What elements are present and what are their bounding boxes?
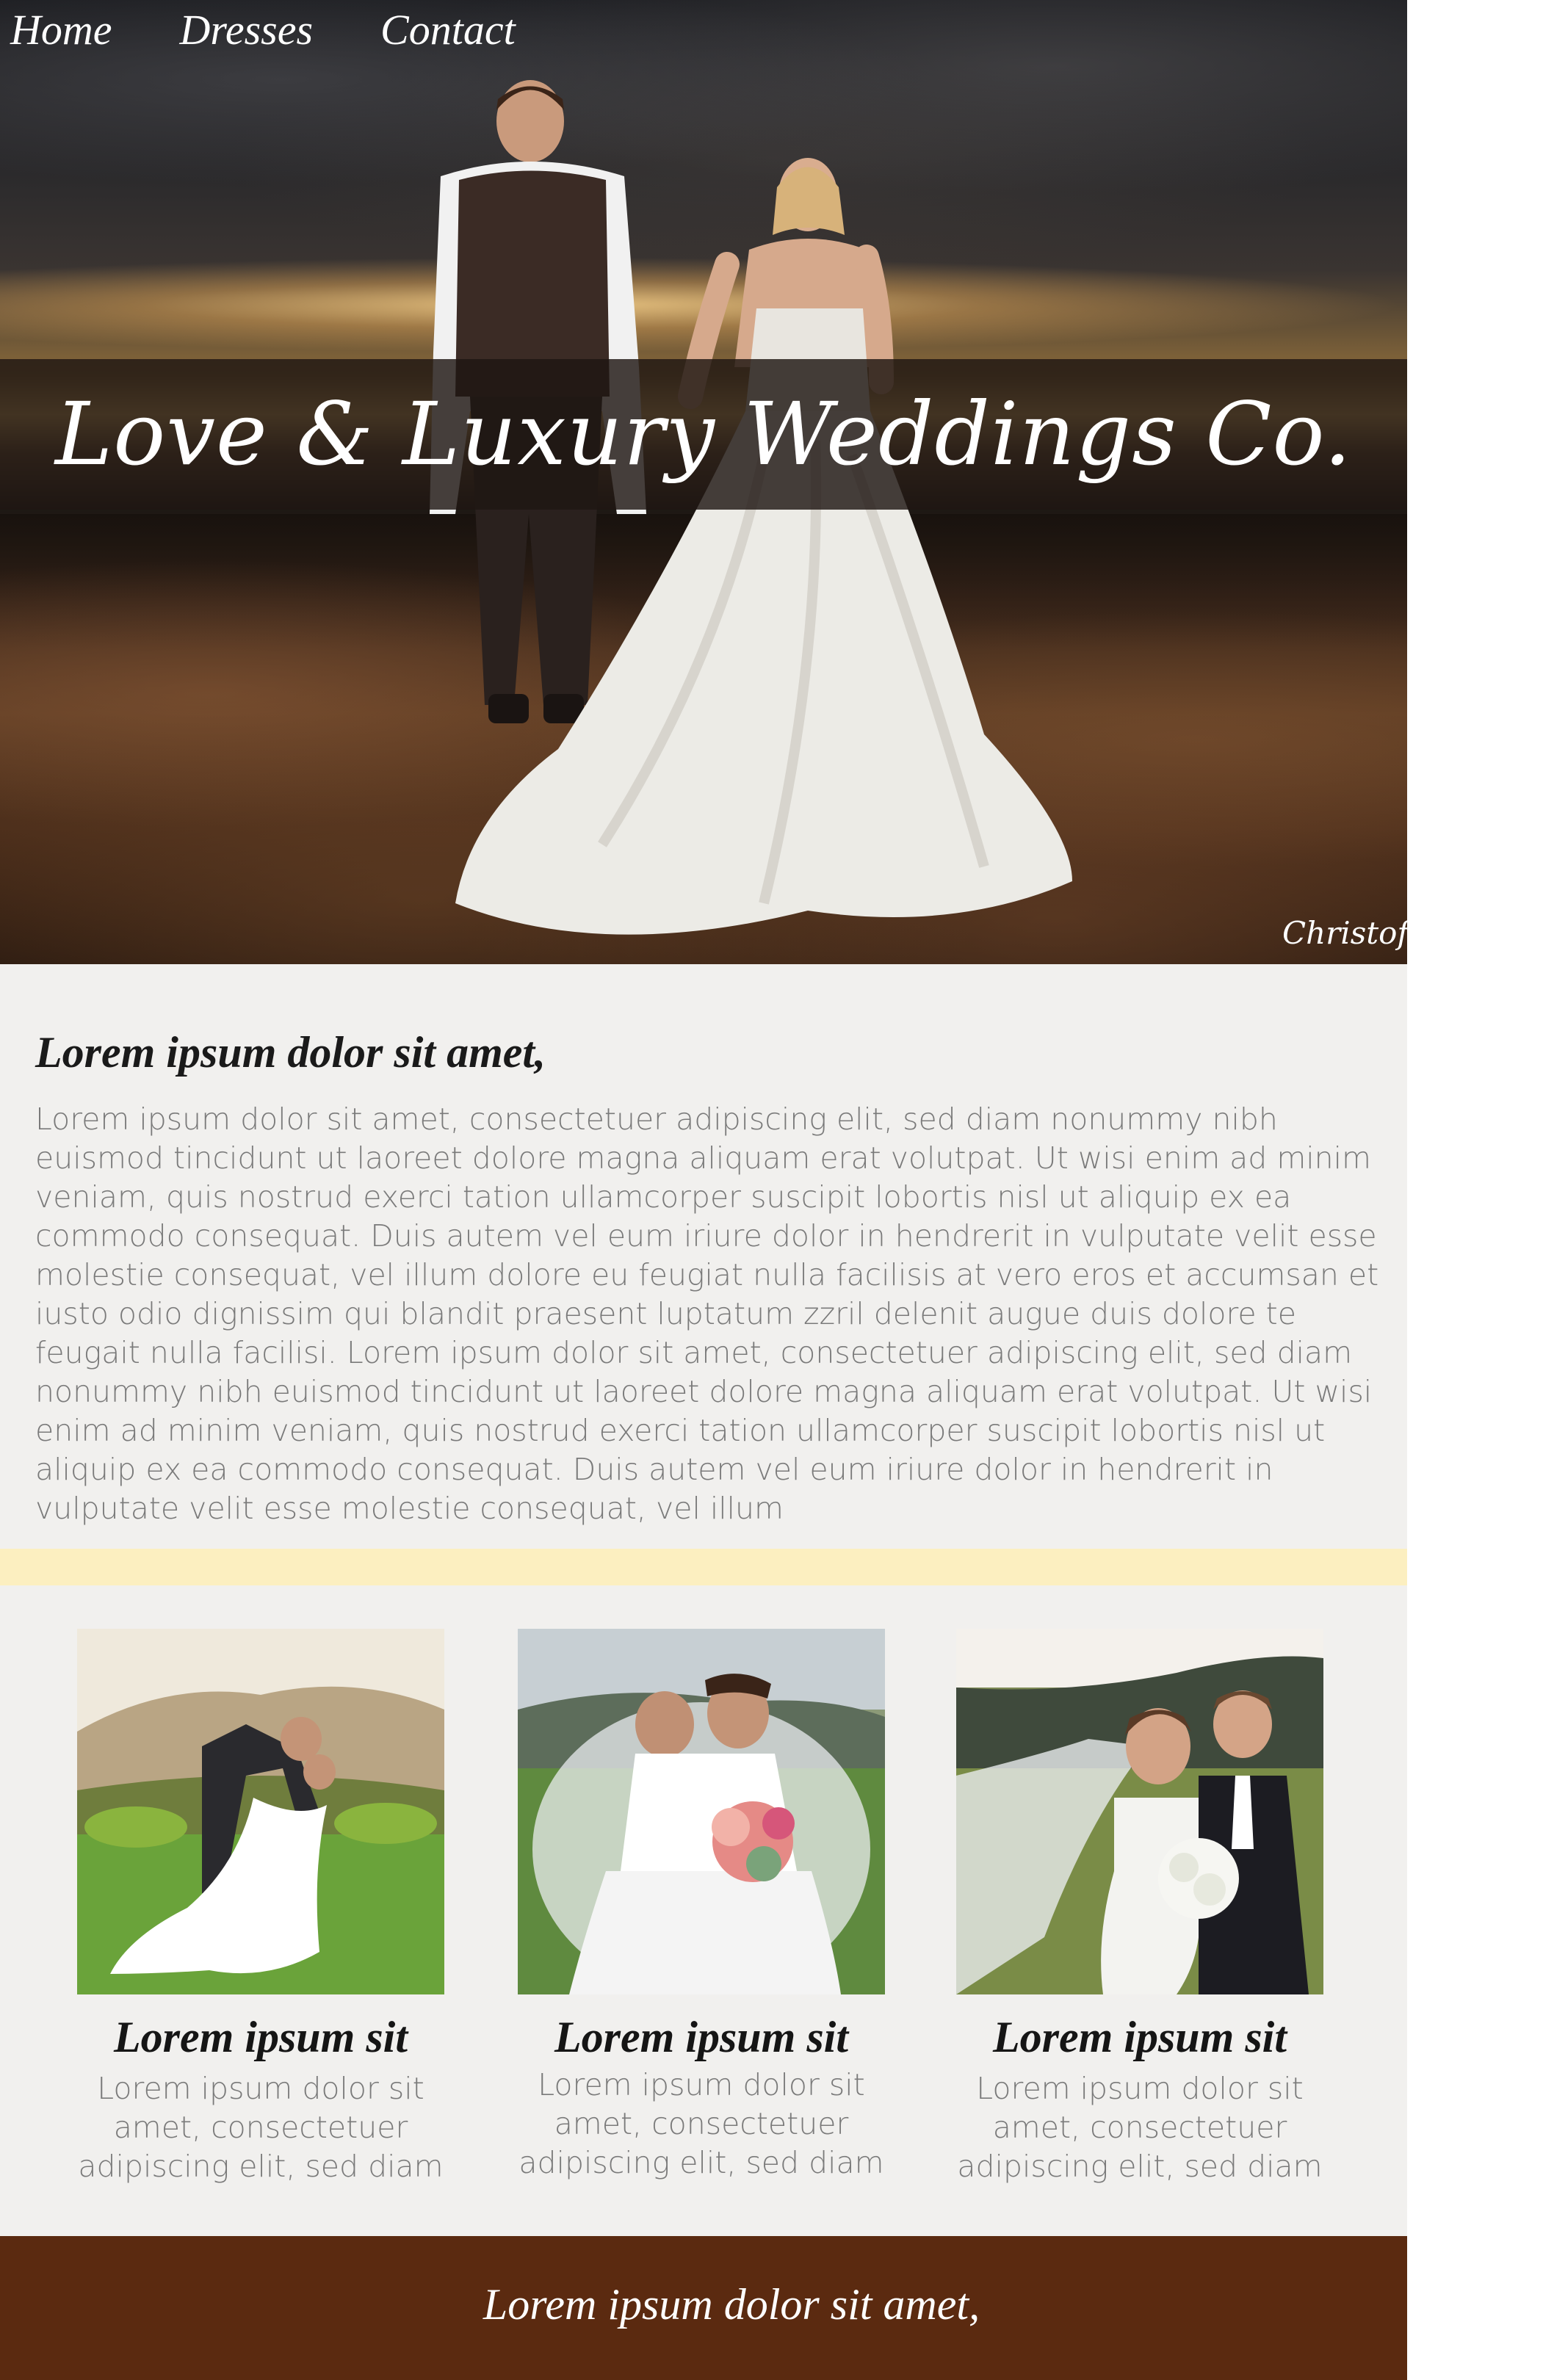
footer-text: Lorem ipsum dolor sit amet, [483, 2280, 980, 2329]
card-title-1: Lorem ipsum sit [113, 2013, 408, 2061]
card-title-2: Lorem ipsum sit [554, 2013, 849, 2061]
photo-credit: Christof [1282, 915, 1407, 951]
feature-card-1: Lorem ipsum sit Lorem ipsum dolor sit am… [77, 1629, 444, 2184]
couple-smiling-photo [956, 1629, 1323, 1994]
feature-card-2: Lorem ipsum sit Lorem ipsum dolor sit am… [518, 1629, 885, 2180]
nav-dresses-link[interactable]: Dresses [180, 4, 314, 56]
card-photo-2 [518, 1629, 885, 1994]
accent-stripe [0, 1549, 1407, 1585]
nav-contact-link[interactable]: Contact [380, 4, 516, 56]
site-title: Love & Luxury Weddings Co. [54, 383, 1353, 485]
card-title-3: Lorem ipsum sit [992, 2013, 1287, 2061]
couple-dip-kiss-photo [77, 1629, 444, 1994]
hero-banner: Home Dresses Contact Love & Luxury Weddi… [0, 0, 1407, 964]
card-text-1: Lorem ipsum dolor sit amet, consectetuer… [78, 2071, 444, 2184]
card-photo-3 [956, 1629, 1323, 1994]
card-photo-1 [77, 1629, 444, 1994]
card-text-3: Lorem ipsum dolor sit amet, consectetuer… [957, 2071, 1323, 2184]
card-text-2: Lorem ipsum dolor sit amet, consectetuer… [518, 2067, 884, 2180]
couple-veil-kiss-photo [518, 1629, 885, 1994]
page: Home Dresses Contact Love & Luxury Weddi… [0, 0, 1407, 2380]
feature-card-3: Lorem ipsum sit Lorem ipsum dolor sit am… [956, 1629, 1323, 2184]
nav-home-link[interactable]: Home [10, 4, 112, 56]
intro-body-text: Lorem ipsum dolor sit amet, consectetuer… [35, 1102, 1379, 1526]
intro-heading: Lorem ipsum dolor sit amet, [35, 1028, 546, 1077]
main-nav: Home Dresses Contact [10, 4, 516, 56]
